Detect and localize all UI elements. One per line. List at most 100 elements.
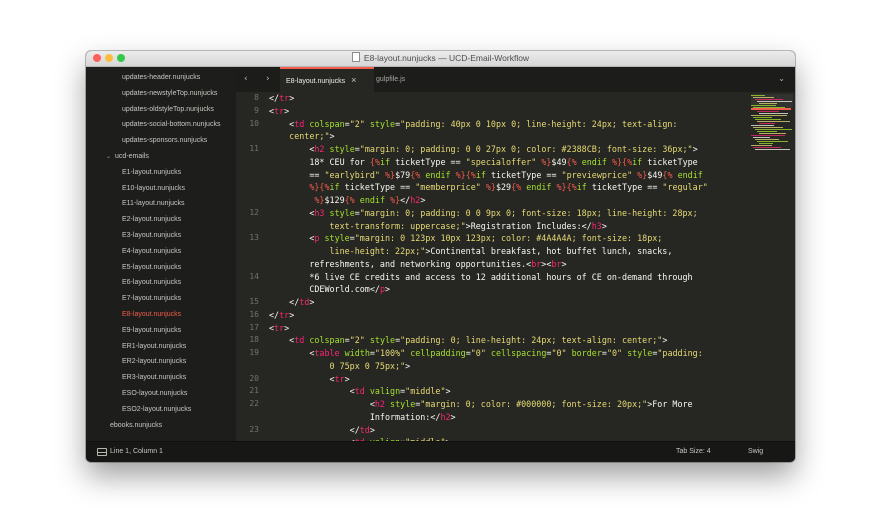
minimap-line	[755, 129, 792, 130]
code-token: >	[284, 322, 290, 333]
minimap-line	[753, 147, 781, 148]
sidebar-file-item[interactable]: ebooks.nunjucks	[110, 422, 162, 429]
code-line: *6 live CE credits and access to 12 addi…	[269, 272, 692, 282]
code-token: </	[269, 297, 300, 307]
sidebar-file-item[interactable]: E6-layout.nunjucks	[122, 279, 181, 286]
code-token: h2	[374, 399, 385, 409]
sidebar-file-item[interactable]: E7-layout.nunjucks	[122, 295, 181, 302]
forward-arrow-icon[interactable]: ›	[266, 74, 270, 84]
code-line: line-height: 22px;">Continental breakfas…	[269, 246, 673, 256]
minimap-line	[759, 103, 777, 104]
editor-window: E8-layout.nunjucks — UCD-Email-Workflow …	[86, 51, 795, 462]
code-token: <	[269, 373, 335, 384]
code-token: %}	[551, 182, 567, 193]
code-token: tr	[274, 322, 285, 333]
sidebar-file-item[interactable]: updates-oldstyleTop.nunjucks	[122, 106, 214, 113]
code-token: "100%"	[374, 348, 406, 358]
code-token: "padding: 0; line-height: 24px; text-ali…	[400, 335, 663, 346]
minimap-line	[755, 149, 790, 150]
sidebar-file-item[interactable]: E5-layout.nunjucks	[122, 264, 181, 271]
sidebar-file-item[interactable]: E3-layout.nunjucks	[122, 232, 181, 239]
title-bar: E8-layout.nunjucks — UCD-Email-Workflow	[86, 51, 795, 67]
code-token: <	[269, 207, 315, 218]
code-token: td	[354, 386, 365, 397]
sidebar-item-label: ER1-layout.nunjucks	[122, 342, 187, 350]
sidebar-file-item[interactable]: ESO2-layout.nunjucks	[122, 406, 191, 413]
code-token: CDEWorld.com</	[269, 284, 380, 295]
code-token: if	[576, 182, 592, 193]
code-line: <td colspan="2" style="padding: 0; line-…	[269, 335, 667, 345]
code-token: 0 75px 0 75px;"	[269, 360, 406, 371]
code-token: >Registration Includes:</	[465, 220, 592, 231]
tab-gulpfile[interactable]: gulpfile.js	[374, 67, 456, 92]
code-line: <tr>	[269, 106, 289, 116]
code-line: <tr>	[269, 374, 350, 384]
code-token: $79	[395, 169, 411, 180]
sidebar-file-item[interactable]: ER2-layout.nunjucks	[122, 358, 186, 365]
code-line: text-transform: uppercase;">Registration…	[269, 221, 607, 231]
sidebar-file-item[interactable]: E10-layout.nunjucks	[122, 185, 185, 192]
syntax-mode[interactable]: Swig	[748, 448, 763, 455]
tab-e8-layout[interactable]: E8-layout.nunjucks ×	[280, 67, 374, 92]
code-token: style	[384, 399, 416, 409]
code-token: ==	[445, 156, 466, 167]
sidebar-file-item[interactable]: E1-layout.nunjucks	[122, 169, 181, 176]
sidebar-file-item[interactable]: E8-layout.nunjucks	[122, 311, 181, 318]
sidebar-file-item[interactable]: ER3-layout.nunjucks	[122, 374, 186, 381]
code-token: {%	[622, 156, 633, 167]
minimap[interactable]	[751, 92, 795, 152]
panel-toggle-icon[interactable]	[97, 448, 107, 456]
code-token: h2	[440, 411, 451, 422]
sidebar-file-item[interactable]: updates-header.nunjucks	[122, 74, 200, 81]
sidebar-file-item[interactable]: ESO-layout.nunjucks	[122, 390, 187, 397]
code-token: border	[566, 348, 602, 358]
sidebar-file-item[interactable]: updates-sponsors.nunjucks	[122, 137, 207, 144]
code-token: %}	[632, 169, 648, 180]
code-token: style	[364, 118, 396, 129]
code-token: if	[329, 182, 345, 193]
sidebar-item-label: E7-layout.nunjucks	[122, 295, 182, 303]
minimap-line	[751, 145, 772, 146]
code-token: $49	[551, 156, 567, 167]
code-line: 0 75px 0 75px;">	[269, 360, 411, 371]
minimap-line	[759, 113, 788, 114]
cursor-position[interactable]: Line 1, Column 1	[110, 448, 163, 455]
sidebar-file-item[interactable]: E11-layout.nunjucks	[122, 200, 185, 207]
code-token: style	[324, 144, 355, 154]
code-token: {%	[465, 169, 476, 180]
code-line: <h2 style="margin: 0; color: #000000; fo…	[269, 399, 693, 409]
code-token: %}	[450, 169, 466, 180]
code-token: </	[269, 309, 280, 320]
sidebar-folder-item[interactable]: ⌄ ucd-emails	[106, 153, 149, 160]
code-token: td	[359, 424, 370, 435]
sidebar-file-item[interactable]: E2-layout.nunjucks	[122, 216, 181, 223]
tab-size[interactable]: Tab Size: 4	[676, 448, 711, 455]
sidebar-file-item[interactable]: updates-social-bottom.nunjucks	[122, 121, 220, 128]
code-token: "middle"	[405, 386, 446, 397]
code-token: "padding: 40px 0 10px 0; line-height: 24…	[400, 118, 678, 129]
code-token: ><	[541, 258, 552, 269]
sidebar-item-label: E5-layout.nunjucks	[122, 263, 182, 271]
sidebar-file-item[interactable]: updates-newstyleTop.nunjucks	[122, 90, 217, 97]
tab-label: gulpfile.js	[376, 76, 406, 83]
code-token: style	[622, 348, 653, 358]
back-arrow-icon[interactable]: ‹	[244, 74, 248, 84]
sidebar-file-item[interactable]: E4-layout.nunjucks	[122, 248, 181, 255]
code-token: tr	[274, 105, 285, 116]
code-token: ticketType	[647, 156, 698, 167]
code-token: {%	[344, 195, 360, 205]
sidebar-file-item[interactable]: ER1-layout.nunjucks	[122, 343, 186, 350]
code-token: width	[339, 348, 370, 358]
code-token: >	[420, 195, 426, 205]
code-line: refreshments, and networking opportuniti…	[269, 258, 566, 269]
code-token: center;"	[269, 131, 330, 142]
sidebar-item-label: ESO-layout.nunjucks	[122, 390, 188, 397]
code-token: </	[269, 93, 280, 103]
code-token: td	[294, 118, 305, 129]
sidebar-file-item[interactable]: E9-layout.nunjucks	[122, 327, 181, 334]
tab-menu-chevron-icon[interactable]: ⌄	[778, 74, 785, 83]
folder-chevron-icon[interactable]: ⌄	[106, 153, 111, 160]
code-area[interactable]: </tr> <tr> <td colspan="2" style="padding…	[236, 92, 746, 441]
minimap-line	[755, 139, 779, 140]
close-tab-icon[interactable]: ×	[351, 75, 356, 85]
